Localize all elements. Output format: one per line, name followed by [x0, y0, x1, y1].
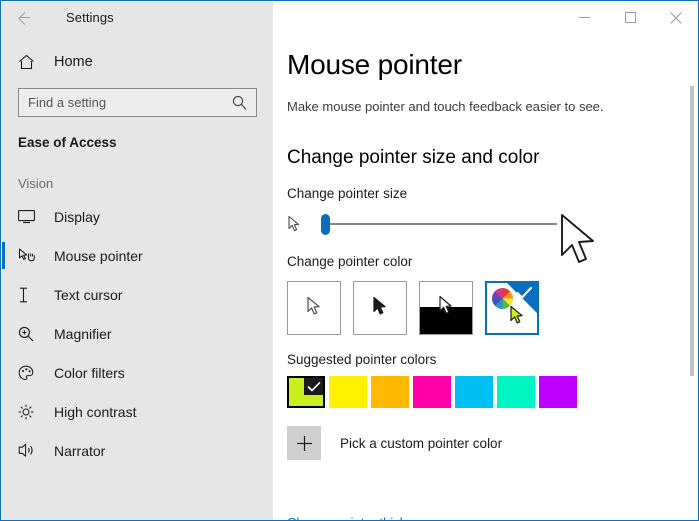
slider-track-wrap[interactable]: [309, 211, 557, 237]
page-title: Mouse pointer: [287, 49, 462, 80]
sidebar-item-home[interactable]: Home: [2, 45, 273, 79]
sidebar-item-label: High contrast: [54, 403, 137, 420]
selection-indicator: [2, 203, 5, 230]
search-input[interactable]: [19, 89, 228, 116]
brightness-icon: [18, 404, 38, 420]
vertical-scrollbar[interactable]: [687, 33, 697, 520]
white-pointer-tile[interactable]: [287, 281, 341, 335]
main-content: Mouse pointer Make mouse pointer and tou…: [273, 33, 698, 520]
check-icon: [516, 286, 533, 305]
sidebar: Home Ease of Access Vision: [2, 33, 273, 520]
maximize-button[interactable]: [607, 2, 653, 33]
pointer-size-slider[interactable]: [287, 211, 557, 237]
small-cursor-icon: [287, 215, 309, 234]
close-icon: [670, 11, 682, 24]
minimize-icon: [578, 17, 590, 18]
text-cursor-icon: [18, 287, 38, 303]
sidebar-item-label: Display: [54, 208, 100, 225]
search-icon: [232, 95, 247, 115]
maximize-icon: [624, 12, 636, 23]
section-title: Change pointer size and color: [287, 147, 540, 168]
custom-color-row[interactable]: Pick a custom pointer color: [287, 426, 698, 460]
sidebar-item-label: Color filters: [54, 364, 125, 381]
black-pointer-tile[interactable]: [353, 281, 407, 335]
back-arrow-icon: [16, 10, 32, 26]
window-title: Settings: [66, 10, 114, 25]
sidebar-item-label: Mouse pointer: [54, 247, 143, 264]
sidebar-item-label: Magnifier: [54, 325, 112, 342]
pick-custom-color-button[interactable]: [287, 426, 321, 460]
check-icon: [307, 380, 321, 398]
close-button[interactable]: [653, 2, 698, 33]
sidebar-item-high-contrast[interactable]: High contrast: [2, 392, 273, 431]
sidebar-item-magnifier[interactable]: Magnifier: [2, 314, 273, 353]
mouse-pointer-icon: [18, 247, 38, 264]
settings-window: Settings Home Find a setting Ease of Acc…: [0, 0, 699, 521]
selection-indicator: [2, 398, 5, 425]
custom-pointer-tile[interactable]: [485, 281, 539, 335]
color-swatch[interactable]: [539, 376, 577, 408]
color-swatch[interactable]: [413, 376, 451, 408]
pointer-color-label: Change pointer color: [287, 254, 413, 269]
bottom-link[interactable]: Change pointer thickness: [287, 515, 434, 520]
slider-thumb[interactable]: [321, 213, 330, 235]
sidebar-category-title: Ease of Access: [18, 135, 117, 150]
color-swatch[interactable]: [455, 376, 493, 408]
page-subtitle: Make mouse pointer and touch feedback ea…: [287, 99, 604, 114]
inverted-cursor-icon: [438, 295, 455, 322]
color-swatch[interactable]: [287, 376, 325, 408]
title-bar: Settings: [2, 2, 698, 33]
sidebar-item-label: Text cursor: [54, 286, 123, 303]
window-controls: [273, 2, 698, 33]
selection-indicator: [2, 359, 5, 386]
suggested-colors-label: Suggested pointer colors: [287, 352, 437, 367]
sidebar-item-color-filters[interactable]: Color filters: [2, 353, 273, 392]
minimize-button[interactable]: [561, 2, 607, 33]
monitor-icon: [18, 209, 38, 224]
selection-indicator: [2, 242, 5, 269]
sidebar-item-label: Narrator: [54, 442, 106, 459]
title-bar-left: Settings: [2, 2, 273, 33]
palette-icon: [18, 365, 38, 381]
color-swatch[interactable]: [329, 376, 367, 408]
selection-indicator: [2, 437, 5, 464]
sidebar-item-display[interactable]: Display: [2, 197, 273, 236]
back-button[interactable]: [2, 2, 46, 33]
sidebar-item-mouse-pointer[interactable]: Mouse pointer: [2, 236, 273, 275]
sidebar-group-label: Vision: [18, 176, 54, 191]
white-cursor-icon: [306, 296, 323, 322]
inverted-pointer-tile[interactable]: [419, 281, 473, 335]
selection-indicator: [2, 320, 5, 347]
home-icon: [18, 54, 40, 70]
sidebar-item-text-cursor[interactable]: Text cursor: [2, 275, 273, 314]
magnifier-icon: [18, 326, 38, 342]
color-swatch[interactable]: [497, 376, 535, 408]
slider-track: [327, 223, 557, 225]
sidebar-home-label: Home: [54, 54, 93, 70]
selection-indicator: [2, 281, 5, 308]
sidebar-item-narrator[interactable]: Narrator: [2, 431, 273, 470]
custom-color-cursor-icon: [509, 305, 526, 331]
custom-color-label: Pick a custom pointer color: [340, 435, 503, 451]
scrollbar-thumb[interactable]: [690, 86, 694, 376]
sidebar-nav-list: Display Mouse pointer Text cursor Magnif…: [2, 197, 273, 470]
search-box[interactable]: [18, 88, 257, 117]
color-swatch[interactable]: [371, 376, 409, 408]
suggested-color-swatches: [287, 376, 698, 408]
pointer-color-tiles: [287, 281, 698, 335]
pointer-size-label: Change pointer size: [287, 186, 408, 201]
black-cursor-icon: [372, 296, 389, 322]
narrator-icon: [18, 443, 38, 459]
plus-icon: [296, 435, 312, 451]
